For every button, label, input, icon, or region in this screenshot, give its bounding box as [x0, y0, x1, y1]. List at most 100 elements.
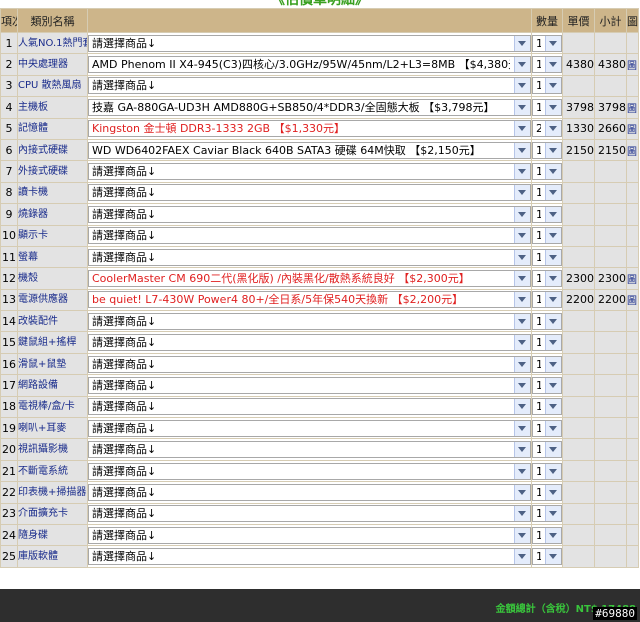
- chevron-down-icon[interactable]: [514, 185, 530, 201]
- product-select[interactable]: be quiet! L7-430W Power4 80+/全日系/5年保540天…: [88, 291, 531, 309]
- chevron-down-icon[interactable]: [514, 484, 530, 500]
- product-select[interactable]: 請選擇商品↓: [88, 248, 531, 266]
- chevron-down-icon[interactable]: [514, 420, 530, 436]
- chevron-down-icon[interactable]: [545, 121, 561, 137]
- qty-select[interactable]: 1: [532, 184, 562, 202]
- chevron-down-icon[interactable]: [514, 292, 530, 308]
- product-select[interactable]: 請選擇商品↓: [88, 34, 531, 52]
- qty-select[interactable]: 1: [532, 312, 562, 330]
- chevron-down-icon[interactable]: [545, 399, 561, 415]
- category-link[interactable]: 介面擴充卡: [17, 502, 88, 525]
- qty-select[interactable]: 1: [532, 269, 562, 287]
- category-link[interactable]: 主機板: [17, 96, 88, 119]
- chevron-down-icon[interactable]: [545, 506, 561, 522]
- product-select[interactable]: CoolerMaster CM 690二代(黑化版) /內裝黑化/散熱系統良好 …: [88, 269, 531, 287]
- chevron-down-icon[interactable]: [514, 335, 530, 351]
- chevron-down-icon[interactable]: [545, 99, 561, 115]
- chevron-down-icon[interactable]: [545, 249, 561, 265]
- chevron-down-icon[interactable]: [514, 549, 530, 565]
- chevron-down-icon[interactable]: [545, 549, 561, 565]
- category-link[interactable]: 庫版軟體: [17, 545, 88, 568]
- category-link[interactable]: 中央處理器: [17, 53, 88, 76]
- qty-select[interactable]: 1: [532, 34, 562, 52]
- product-select[interactable]: 請選擇商品↓: [88, 334, 531, 352]
- product-select[interactable]: 請選擇商品↓: [88, 526, 531, 544]
- picture-link[interactable]: 圖: [626, 96, 639, 119]
- product-select[interactable]: 請選擇商品↓: [88, 227, 531, 245]
- qty-select[interactable]: 1: [532, 355, 562, 373]
- picture-link[interactable]: [626, 31, 639, 55]
- product-select[interactable]: 請選擇商品↓: [88, 419, 531, 437]
- picture-link[interactable]: [626, 245, 639, 269]
- picture-link[interactable]: 圖: [626, 53, 639, 76]
- chevron-down-icon[interactable]: [545, 442, 561, 458]
- chevron-down-icon[interactable]: [514, 78, 530, 94]
- chevron-down-icon[interactable]: [514, 442, 530, 458]
- category-link[interactable]: 外接式硬碟: [17, 160, 88, 183]
- category-link[interactable]: 視訊攝影機: [17, 438, 88, 461]
- category-link[interactable]: 螢幕: [17, 245, 88, 269]
- chevron-down-icon[interactable]: [514, 35, 530, 51]
- chevron-down-icon[interactable]: [514, 527, 530, 543]
- product-select[interactable]: 請選擇商品↓: [88, 355, 531, 373]
- picture-link[interactable]: [626, 481, 639, 504]
- product-select[interactable]: WD WD6402FAEX Caviar Black 640B SATA3 硬碟…: [88, 141, 531, 159]
- product-select[interactable]: 請選擇商品↓: [88, 312, 531, 330]
- picture-link[interactable]: 圖: [626, 288, 639, 312]
- chevron-down-icon[interactable]: [514, 463, 530, 479]
- picture-link[interactable]: [626, 502, 639, 525]
- chevron-down-icon[interactable]: [545, 270, 561, 286]
- qty-select[interactable]: 2: [532, 120, 562, 138]
- qty-select[interactable]: 1: [532, 291, 562, 309]
- product-select[interactable]: 請選擇商品↓: [88, 441, 531, 459]
- product-select[interactable]: 請選擇商品↓: [88, 462, 531, 480]
- qty-select[interactable]: 1: [532, 56, 562, 74]
- qty-select[interactable]: 1: [532, 505, 562, 523]
- chevron-down-icon[interactable]: [545, 185, 561, 201]
- category-link[interactable]: 機殼: [17, 267, 88, 290]
- chevron-down-icon[interactable]: [545, 463, 561, 479]
- chevron-down-icon[interactable]: [545, 420, 561, 436]
- chevron-down-icon[interactable]: [545, 335, 561, 351]
- category-link[interactable]: 電源供應器: [17, 288, 88, 312]
- picture-link[interactable]: 圖: [626, 138, 639, 162]
- qty-select[interactable]: 1: [532, 163, 562, 181]
- chevron-down-icon[interactable]: [514, 356, 530, 372]
- chevron-down-icon[interactable]: [545, 142, 561, 158]
- product-select[interactable]: AMD Phenom II X4-945(C3)四核心/3.0GHz/95W/4…: [88, 56, 531, 74]
- chevron-down-icon[interactable]: [514, 313, 530, 329]
- chevron-down-icon[interactable]: [514, 399, 530, 415]
- product-select[interactable]: 請選擇商品↓: [88, 505, 531, 523]
- product-select[interactable]: 請選擇商品↓: [88, 483, 531, 501]
- picture-link[interactable]: [626, 438, 639, 461]
- chevron-down-icon[interactable]: [545, 228, 561, 244]
- chevron-down-icon[interactable]: [545, 164, 561, 180]
- chevron-down-icon[interactable]: [514, 142, 530, 158]
- chevron-down-icon[interactable]: [545, 527, 561, 543]
- picture-link[interactable]: [626, 352, 639, 376]
- chevron-down-icon[interactable]: [545, 206, 561, 222]
- product-select[interactable]: 請選擇商品↓: [88, 77, 531, 95]
- qty-select[interactable]: 1: [532, 398, 562, 416]
- picture-link[interactable]: [626, 374, 639, 397]
- chevron-down-icon[interactable]: [545, 57, 561, 73]
- qty-select[interactable]: 1: [532, 526, 562, 544]
- picture-link[interactable]: [626, 160, 639, 183]
- chevron-down-icon[interactable]: [514, 57, 530, 73]
- product-select[interactable]: 請選擇商品↓: [88, 398, 531, 416]
- chevron-down-icon[interactable]: [545, 484, 561, 500]
- picture-link[interactable]: [626, 417, 639, 440]
- category-link[interactable]: 顯示卡: [17, 224, 88, 247]
- picture-link[interactable]: [626, 310, 639, 333]
- chevron-down-icon[interactable]: [514, 206, 530, 222]
- qty-select[interactable]: 1: [532, 77, 562, 95]
- chevron-down-icon[interactable]: [514, 121, 530, 137]
- chevron-down-icon[interactable]: [545, 356, 561, 372]
- category-link[interactable]: 喇叭+耳麥: [17, 417, 88, 440]
- qty-select[interactable]: 1: [532, 227, 562, 245]
- qty-select[interactable]: 1: [532, 98, 562, 116]
- qty-select[interactable]: 1: [532, 441, 562, 459]
- qty-select[interactable]: 1: [532, 334, 562, 352]
- category-link[interactable]: 鍵鼠組+搖桿: [17, 331, 88, 354]
- chevron-down-icon[interactable]: [514, 270, 530, 286]
